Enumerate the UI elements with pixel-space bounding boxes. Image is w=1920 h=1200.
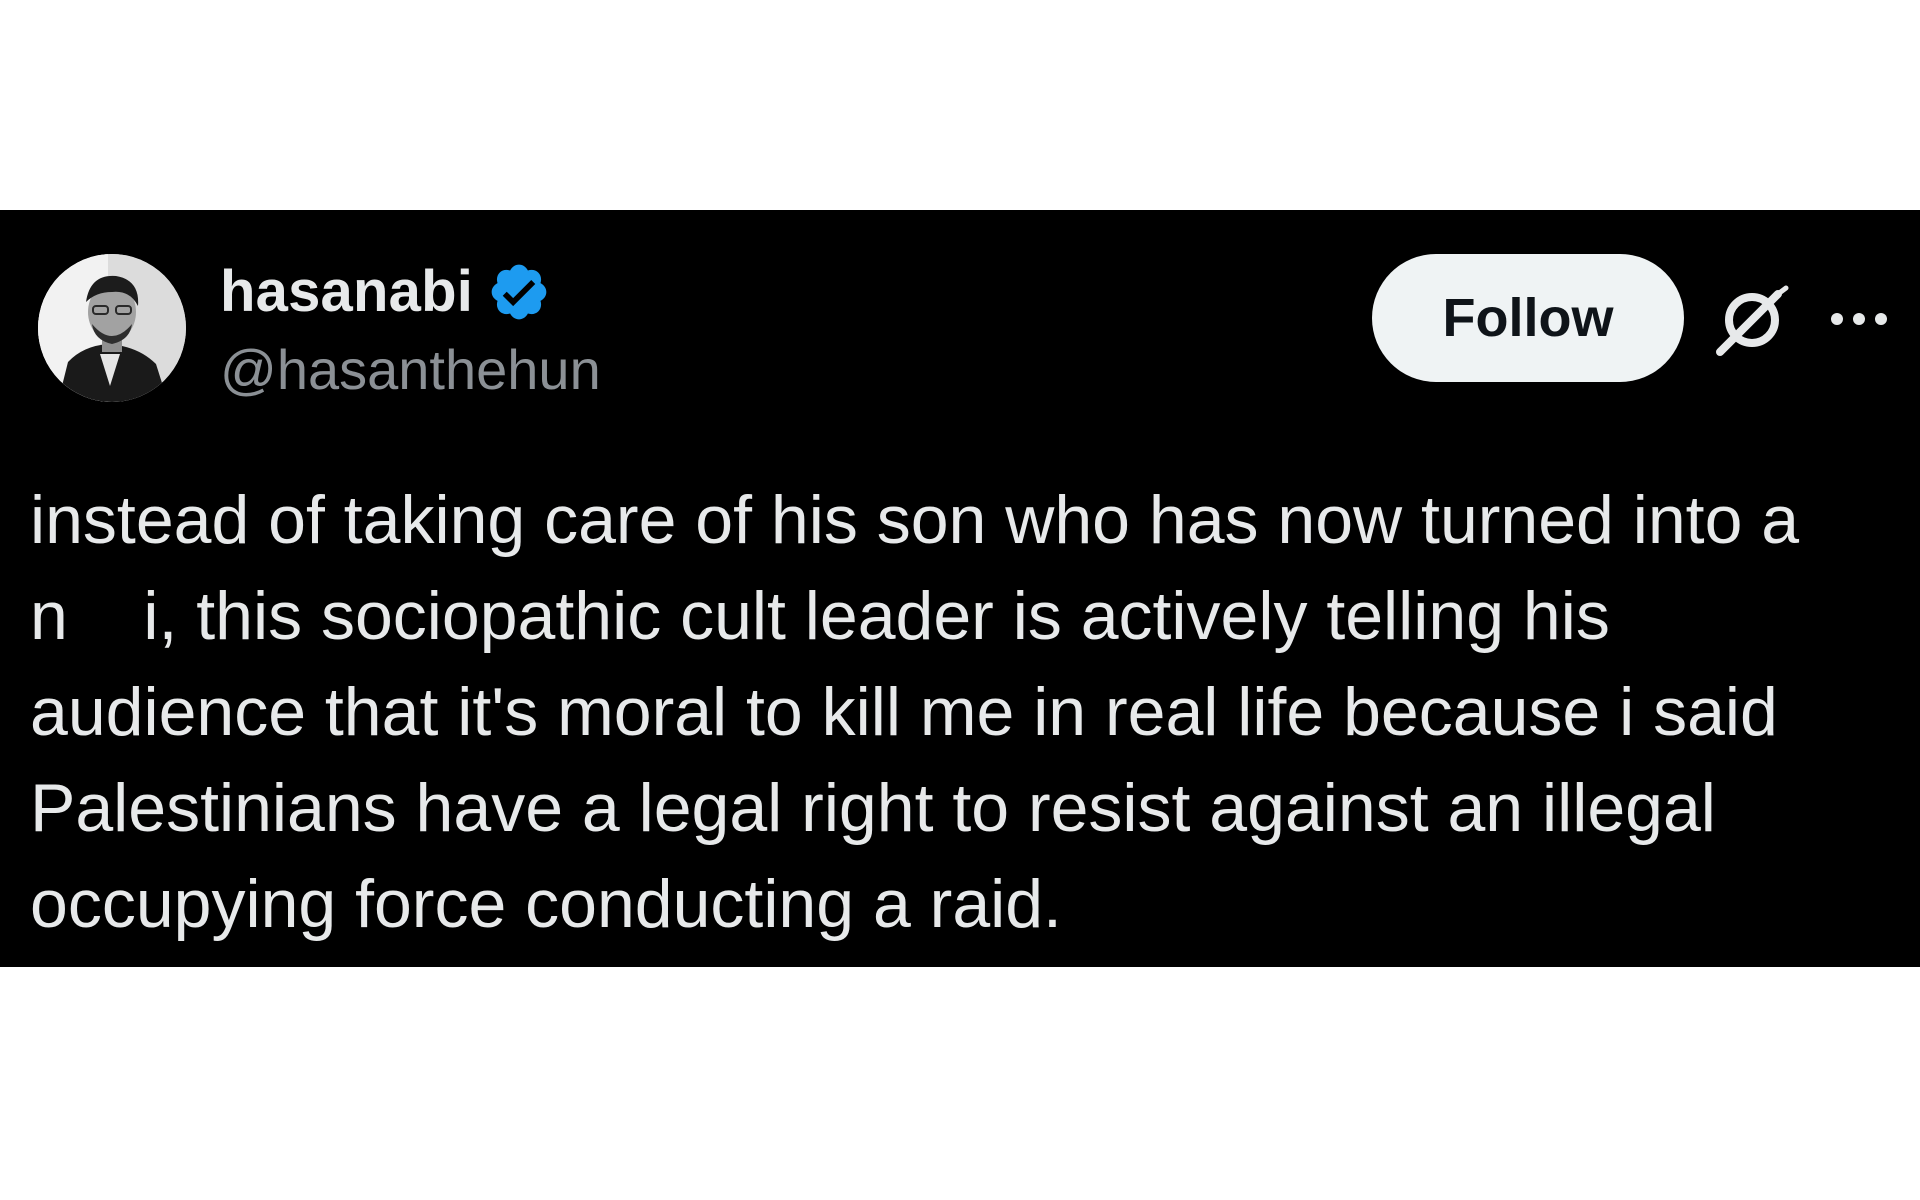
more-options-icon[interactable] [1828,306,1890,332]
tweet-text-line: occupying force conducting a raid. [30,866,1062,942]
author-name-row: hasanabi [220,260,551,324]
avatar[interactable] [38,254,186,402]
tweet-text-line: Palestinians have a legal right to resis… [30,770,1716,846]
screenshot-canvas: hasanabi @hasanthehun Follow instead of … [0,0,1920,1200]
avatar-photo [38,254,186,402]
grok-icon[interactable] [1712,280,1792,360]
verified-badge-icon [491,264,547,320]
tweet-text-line: instead of taking care of his son who ha… [30,482,1800,558]
author-display-name[interactable]: hasanabi [220,263,473,321]
tweet-card: hasanabi @hasanthehun Follow instead of … [0,210,1920,967]
author-handle[interactable]: @hasanthehun [220,342,601,398]
tweet-text-line: n i, this sociopathic cult leader is act… [30,578,1610,654]
tweet-text-line: audience that it's moral to kill me in r… [30,674,1778,750]
tweet-text: instead of taking care of his son who ha… [30,472,1890,952]
follow-button[interactable]: Follow [1372,254,1684,382]
